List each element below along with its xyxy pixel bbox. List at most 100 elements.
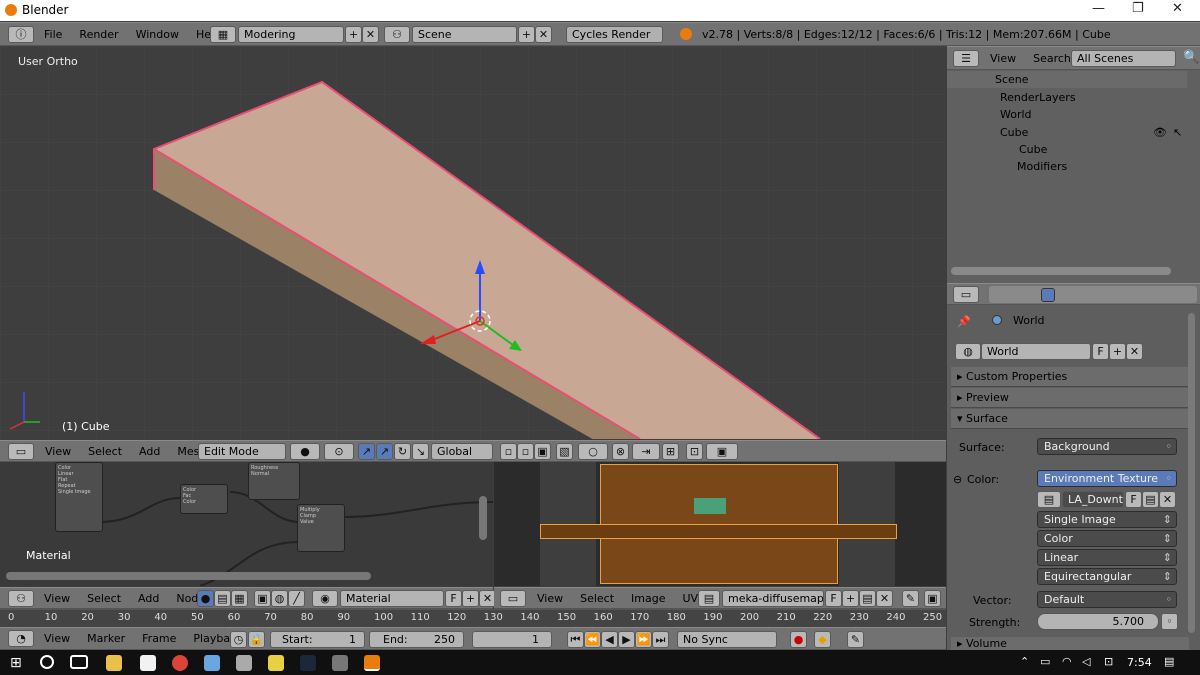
render-preview-icon[interactable]: ⊡ — [686, 443, 703, 460]
record-icon[interactable]: ● — [790, 631, 807, 648]
remove-world-button[interactable]: ✕ — [1126, 343, 1143, 360]
minimize-button[interactable]: — — [1092, 1, 1105, 16]
outliner-filter-select[interactable]: All Scenes — [1071, 50, 1176, 67]
material-fake-user[interactable]: F — [445, 590, 462, 607]
snap-icon[interactable]: ⊗ — [612, 443, 629, 460]
face-select-icon[interactable]: ▣ — [534, 443, 551, 460]
strength-socket-icon[interactable]: ◦ — [1161, 613, 1178, 630]
mix-node[interactable]: Color Fac Color — [180, 484, 228, 514]
texture-node[interactable]: Color Linear Flat Repeat Single Image — [55, 462, 103, 532]
shader-tree-icon[interactable]: ● — [197, 590, 214, 607]
uv-strip[interactable] — [540, 524, 897, 539]
viewport-canvas[interactable] — [0, 46, 946, 439]
projection-select[interactable]: Single Image ⇕ — [1037, 511, 1177, 528]
image-browse-icon[interactable]: ▤ — [1037, 491, 1061, 508]
screen-layout-field[interactable]: Modering — [238, 26, 344, 43]
menu-view[interactable]: View — [990, 52, 1016, 65]
scale-icon[interactable]: ↘ — [412, 443, 429, 460]
search-icon[interactable] — [40, 655, 54, 669]
sync-select[interactable]: No Sync — [677, 631, 777, 648]
menu-select[interactable]: Select — [87, 592, 121, 605]
play-reverse-icon[interactable]: ◀ — [601, 631, 618, 648]
new-image-button[interactable]: + — [842, 590, 859, 607]
interpolation-select[interactable]: Linear ⇕ — [1037, 549, 1177, 566]
vector-select[interactable]: Default ◦ — [1037, 591, 1177, 608]
material-browse-icon[interactable]: ◉ — [312, 590, 338, 607]
editor-type-outliner[interactable]: ☰ — [953, 50, 979, 67]
occlude-icon[interactable]: ▧ — [556, 443, 573, 460]
keying-set-icon[interactable]: ◆ — [814, 631, 831, 648]
shading-select[interactable]: ● — [290, 443, 320, 460]
remove-layout-button[interactable]: ✕ — [362, 26, 379, 43]
outliner-item-renderlayers[interactable]: RenderLayers — [947, 89, 1187, 106]
node-v-scrollbar[interactable] — [479, 496, 487, 540]
mode-select[interactable]: Edit Mode — [198, 443, 286, 460]
visibility-eye-icon[interactable]: 👁 — [1153, 126, 1167, 139]
outliner-item-scene[interactable]: Scene — [947, 71, 1187, 88]
menu-window[interactable]: Window — [136, 28, 179, 41]
3d-viewport[interactable]: User Ortho (1) Cube — [0, 46, 946, 439]
volume-icon[interactable]: ◁ — [1082, 655, 1090, 668]
rotate-icon[interactable]: ↻ — [394, 443, 411, 460]
panel-surface[interactable]: ▾ Surface — [951, 409, 1189, 429]
file-explorer-icon[interactable] — [106, 655, 122, 671]
menu-select[interactable]: Select — [580, 592, 614, 605]
edge-select-icon[interactable]: ▫ — [517, 443, 534, 460]
battery-icon[interactable]: ▭ — [1040, 655, 1050, 668]
selectability-cursor-icon[interactable]: ↖ — [1173, 126, 1182, 139]
unlink-env-image-button[interactable]: ✕ — [1159, 491, 1176, 508]
language-icon[interactable]: ⊡ — [1104, 655, 1113, 668]
play-icon[interactable]: ▶ — [618, 631, 635, 648]
math-node[interactable]: Multiply Clamp Value — [297, 504, 345, 552]
jump-end-icon[interactable]: ⏭ — [652, 631, 669, 648]
outliner-item-cube-mesh[interactable]: Cube — [947, 141, 1187, 158]
menu-image[interactable]: Image — [631, 592, 665, 605]
vertex-select-icon[interactable]: ▫ — [500, 443, 517, 460]
timeline-ruler[interactable]: 0 10 20 30 40 50 60 70 80 90 100 110 120 130 140 150 160… — [0, 609, 946, 627]
outliner[interactable]: ☰ View Search All Scenes 🔍 Scene RenderL… — [947, 46, 1200, 283]
info-icon[interactable]: ⓘ — [8, 26, 34, 43]
strength-field[interactable]: 5.700 — [1037, 613, 1159, 630]
start-frame-field[interactable]: Start: 1 — [270, 631, 365, 648]
scene-field[interactable]: Scene — [412, 26, 517, 43]
mapping-select[interactable]: Equirectangular ⇕ — [1037, 568, 1177, 585]
menu-file[interactable]: File — [44, 28, 62, 41]
object-icon[interactable]: ▣ — [254, 590, 271, 607]
menu-select[interactable]: Select — [88, 445, 122, 458]
surface-select[interactable]: Background ◦ — [1037, 438, 1177, 455]
env-image-field[interactable]: LA_Downt... — [1062, 491, 1124, 508]
menu-render[interactable]: Render — [79, 28, 118, 41]
task-view-icon[interactable] — [70, 655, 88, 669]
editor-type-node[interactable]: ⚇ — [8, 590, 34, 607]
panel-volume[interactable]: ▸ Volume — [951, 637, 1189, 651]
editor-type-timeline[interactable]: ◔ — [8, 630, 34, 647]
editor-type-image[interactable]: ▭ — [500, 590, 526, 607]
app-icon[interactable] — [236, 655, 252, 671]
image-browse-icon[interactable]: ▤ — [698, 590, 720, 607]
image-editor[interactable] — [494, 462, 946, 586]
end-frame-field[interactable]: End: 250 — [369, 631, 464, 648]
properties-context-tabs[interactable] — [989, 286, 1197, 303]
menu-view[interactable]: View — [45, 445, 71, 458]
outliner-item-cube-object[interactable]: Cube — [947, 124, 1187, 141]
add-layout-button[interactable]: + — [345, 26, 362, 43]
menu-view[interactable]: View — [44, 632, 70, 645]
menu-view[interactable]: View — [537, 592, 563, 605]
pin-icon[interactable]: 📌 — [957, 315, 971, 328]
current-frame-field[interactable]: 1 — [472, 631, 552, 648]
close-button[interactable]: ✕ — [1172, 1, 1183, 16]
menu-view[interactable]: View — [44, 592, 70, 605]
linestyle-icon[interactable]: ╱ — [288, 590, 305, 607]
pin-image-icon[interactable]: ✎ — [902, 590, 919, 607]
color-socket-icon[interactable]: ⊖ — [953, 473, 962, 486]
maximize-button[interactable]: ❐ — [1132, 1, 1144, 16]
menu-search[interactable]: Search — [1033, 52, 1071, 65]
open-env-image-button[interactable]: ▤ — [1142, 491, 1159, 508]
scene-icon[interactable]: ⚇ — [384, 26, 410, 43]
store-icon[interactable] — [140, 655, 156, 671]
outliner-search-icon[interactable]: 🔍 — [1183, 50, 1199, 65]
snap-target-icon[interactable]: ⊞ — [662, 443, 679, 460]
pivot-select[interactable]: ⊙ — [324, 443, 354, 460]
render-engine-select[interactable]: Cycles Render — [566, 26, 663, 43]
menu-marker[interactable]: Marker — [87, 632, 125, 645]
